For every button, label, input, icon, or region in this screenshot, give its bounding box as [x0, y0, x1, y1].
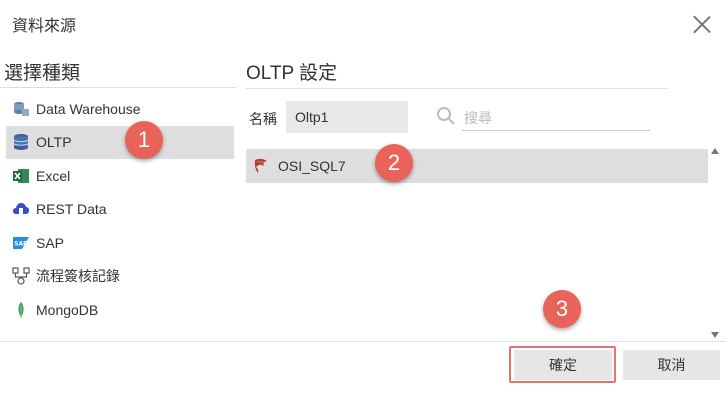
sap-icon: SAP [12, 234, 30, 252]
sql-server-icon [252, 157, 270, 175]
ok-button[interactable]: 確定 [514, 350, 612, 380]
category-label: REST Data [36, 201, 107, 218]
category-label: SAP [36, 234, 65, 251]
workflow-icon [12, 267, 30, 285]
connection-item[interactable]: OSI_SQL7 [246, 149, 708, 183]
step-badge-3: 3 [543, 290, 581, 328]
category-item-excel[interactable]: Excel [6, 159, 234, 193]
step-badge-2: 2 [375, 144, 413, 182]
left-divider [0, 87, 236, 88]
category-label: MongoDB [36, 301, 99, 318]
dialog-title: 資料來源 [12, 18, 77, 35]
settings-heading: OLTP 設定 [246, 63, 338, 84]
cloud-icon [12, 200, 30, 218]
search-icon[interactable] [436, 106, 456, 126]
name-input[interactable] [286, 101, 408, 133]
footer-divider [0, 341, 726, 342]
category-item-mongodb[interactable]: MongoDB [6, 293, 234, 327]
name-label: 名稱 [249, 111, 277, 127]
close-icon[interactable] [692, 14, 712, 34]
category-item-data-warehouse[interactable]: Data Warehouse [6, 92, 234, 126]
category-label: OLTP [36, 134, 72, 151]
category-item-rest-data[interactable]: REST Data [6, 193, 234, 227]
category-item-sap[interactable]: SAP SAP [6, 226, 234, 260]
category-label: Excel [36, 167, 71, 184]
step-badge-1: 1 [125, 121, 163, 159]
database-icon [12, 133, 30, 151]
connection-label: OSI_SQL7 [278, 158, 346, 174]
scroll-up-arrow-icon[interactable] [711, 148, 719, 154]
right-divider [246, 88, 667, 89]
category-item-workflow[interactable]: 流程簽核記錄 [6, 260, 234, 294]
scroll-down-arrow-icon[interactable] [711, 332, 719, 338]
search-input[interactable] [462, 105, 650, 131]
category-label: 流程簽核記錄 [36, 268, 120, 285]
category-heading: 選擇種類 [4, 63, 81, 84]
svg-text:SAP: SAP [14, 240, 28, 247]
category-list: Data Warehouse OLTP Excel REST Data SAP … [6, 92, 234, 327]
mongodb-leaf-icon [12, 301, 30, 319]
category-label: Data Warehouse [36, 100, 141, 117]
connection-list: OSI_SQL7 [246, 149, 708, 339]
cancel-button[interactable]: 取消 [623, 350, 720, 380]
category-item-oltp[interactable]: OLTP [6, 125, 234, 159]
excel-icon [12, 167, 30, 185]
database-stack-icon [12, 100, 30, 118]
